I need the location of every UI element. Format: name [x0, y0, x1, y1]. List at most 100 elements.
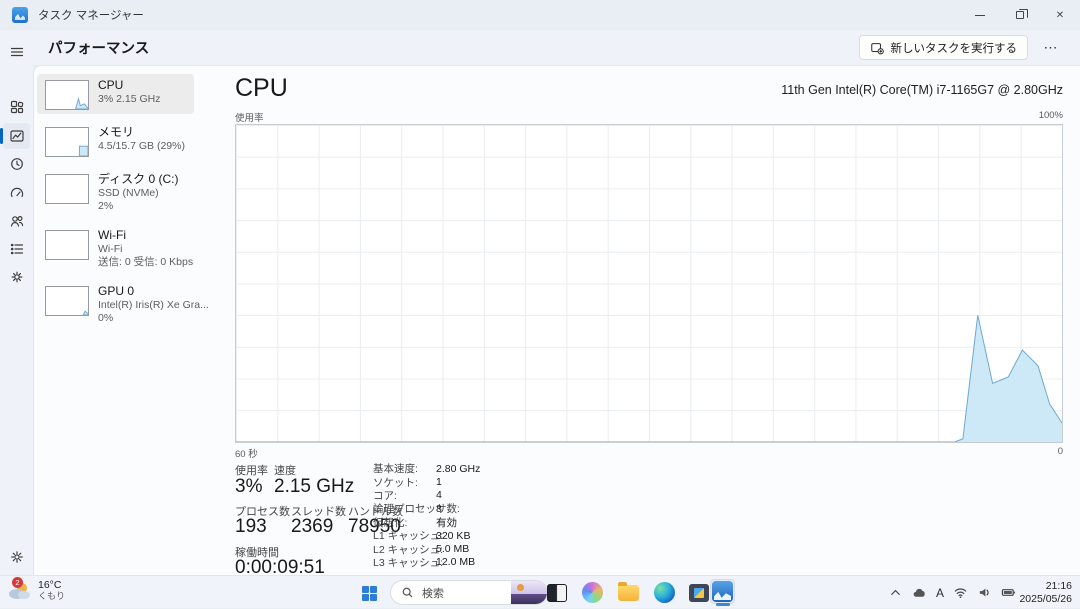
- sidebar-gpu-title: GPU 0: [98, 284, 190, 299]
- close-button[interactable]: ✕: [1040, 0, 1080, 30]
- sidebar-item-gpu0[interactable]: GPU 0 Intel(R) Iris(R) Xe Gra... 0%: [37, 280, 194, 329]
- tray-time: 21:16: [1019, 580, 1072, 593]
- close-icon: ✕: [1056, 10, 1064, 21]
- start-button[interactable]: [356, 580, 382, 606]
- nav-app-history[interactable]: [3, 151, 30, 177]
- stat-processes-value: 193: [235, 516, 267, 538]
- window-controls: ✕: [960, 0, 1080, 30]
- nav-users[interactable]: [3, 208, 30, 234]
- ime-mode-indicator[interactable]: A: [936, 586, 944, 600]
- wifi-icon[interactable]: [953, 585, 968, 600]
- sidebar-disk-sub2: 2%: [98, 200, 179, 213]
- file-explorer-icon[interactable]: [616, 580, 641, 605]
- sidebar-item-wifi[interactable]: Wi-Fi Wi-Fi 送信: 0 受信: 0 Kbps: [37, 224, 194, 273]
- window-title: タスク マネージャー: [38, 7, 144, 23]
- wifi-thumbnail: [45, 230, 89, 260]
- detail-row: L2 キャッシュ:5.0 MB: [373, 542, 480, 555]
- cpu-thumbnail: [45, 80, 89, 110]
- sidebar-disk-title: ディスク 0 (C:): [98, 172, 179, 187]
- sidebar-wifi-sub2: 送信: 0 受信: 0 Kbps: [98, 256, 190, 269]
- sidebar-item-cpu[interactable]: CPU 3% 2.15 GHz: [37, 74, 194, 114]
- detail-row: L3 キャッシュ:12.0 MB: [373, 556, 480, 569]
- weather-condition: くもり: [38, 591, 65, 602]
- sidebar-memory-title: メモリ: [98, 125, 185, 140]
- cpu-detail-panel: CPU 11th Gen Intel(R) Core(TM) i7-1165G7…: [202, 74, 1063, 575]
- processor-name: 11th Gen Intel(R) Core(TM) i7-1165G7 @ 2…: [781, 83, 1063, 97]
- battery-icon[interactable]: [1001, 585, 1016, 600]
- sidebar-memory-sub: 4.5/15.7 GB (29%): [98, 140, 185, 153]
- content-panel: CPU 3% 2.15 GHz メモリ 4.5/15.7 GB (29%) ディ…: [33, 65, 1080, 575]
- tray-chevron-up-icon[interactable]: [888, 585, 903, 600]
- detail-row: コア:4: [373, 489, 480, 502]
- settings-button[interactable]: [3, 544, 30, 570]
- memory-mini-chart: [46, 128, 88, 156]
- run-new-task-button[interactable]: 新しいタスクを実行する: [859, 35, 1029, 60]
- gear-icon: [9, 549, 25, 565]
- sidebar-wifi-title: Wi-Fi: [98, 228, 190, 243]
- task-manager-app-icon: [12, 7, 28, 23]
- hamburger-icon: [9, 44, 25, 60]
- users-icon: [9, 213, 25, 229]
- minimize-icon: [975, 15, 985, 16]
- search-highlight-image: [511, 580, 547, 605]
- volume-icon[interactable]: [977, 585, 992, 600]
- ellipsis-icon: ⋯: [1044, 39, 1059, 56]
- detail-row: L1 キャッシュ:320 KB: [373, 529, 480, 542]
- new-task-icon: [870, 41, 884, 55]
- sidebar-cpu-title: CPU: [98, 78, 160, 93]
- book-app-icon[interactable]: [544, 580, 569, 605]
- details-list-icon: [9, 241, 25, 257]
- chart-x-left-label: 60 秒: [235, 449, 258, 460]
- windows-logo-icon: [362, 586, 377, 601]
- taskbar: 2 16°C くもり 検索 A: [0, 575, 1080, 608]
- cpu-mini-chart: [46, 81, 88, 109]
- memory-thumbnail: [45, 127, 89, 157]
- notification-badge: 2: [12, 577, 23, 588]
- more-options-button[interactable]: ⋯: [1036, 35, 1066, 60]
- nav-processes[interactable]: [3, 94, 30, 120]
- task-manager-taskbar-icon[interactable]: [710, 579, 735, 604]
- taskbar-search[interactable]: 検索: [390, 580, 548, 605]
- search-placeholder: 検索: [422, 585, 511, 601]
- services-gear-icon: [9, 269, 25, 285]
- cpu-stats: 使用率 速度 3% 2.15 GHz プロセス数 スレッド数 ハンドル数 193…: [235, 462, 1063, 582]
- onedrive-cloud-icon[interactable]: [912, 585, 927, 600]
- sidebar-item-disk0[interactable]: ディスク 0 (C:) SSD (NVMe) 2%: [37, 168, 194, 217]
- titlebar: タスク マネージャー ✕: [0, 0, 1080, 30]
- taskbar-clock[interactable]: 21:16 2025/05/26: [1019, 580, 1072, 605]
- nav-details[interactable]: [3, 236, 30, 262]
- sidebar-gpu-sub2: 0%: [98, 312, 190, 325]
- sidebar-disk-sub1: SSD (NVMe): [98, 187, 179, 200]
- minimize-button[interactable]: [960, 0, 1000, 30]
- page-header: パフォーマンス 新しいタスクを実行する ⋯: [33, 30, 1080, 65]
- sidebar-item-memory[interactable]: メモリ 4.5/15.7 GB (29%): [37, 121, 194, 161]
- chart-y-label: 使用率: [235, 113, 264, 124]
- edge-browser-icon[interactable]: [652, 580, 677, 605]
- detail-row: ソケット:1: [373, 475, 480, 488]
- stat-speed-value: 2.15 GHz: [274, 476, 354, 498]
- performance-icon: [9, 128, 25, 144]
- nav-menu-button[interactable]: [3, 39, 30, 65]
- performance-sidebar: CPU 3% 2.15 GHz メモリ 4.5/15.7 GB (29%) ディ…: [37, 74, 194, 336]
- cpu-usage-chart: [235, 124, 1063, 443]
- sidebar-wifi-sub1: Wi-Fi: [98, 243, 190, 256]
- restore-button[interactable]: [1000, 0, 1040, 30]
- nav-startup-apps[interactable]: [3, 180, 30, 206]
- weather-widget[interactable]: 2 16°C くもり: [6, 579, 65, 603]
- sidebar-gpu-sub1: Intel(R) Iris(R) Xe Gra...: [98, 299, 190, 312]
- nav-services[interactable]: [3, 264, 30, 290]
- cpu-page-title: CPU: [235, 74, 288, 103]
- search-icon: [401, 586, 414, 599]
- nav-rail: [0, 30, 33, 575]
- stat-threads-value: 2369: [291, 516, 333, 538]
- detail-row: 論理プロセッサ数:8: [373, 502, 480, 515]
- toolbox-app-icon[interactable]: [686, 580, 711, 605]
- task-manager-window: タスク マネージャー ✕: [0, 0, 1080, 608]
- system-tray: A: [888, 576, 1016, 609]
- page-title: パフォーマンス: [48, 37, 149, 58]
- nav-performance[interactable]: [3, 123, 30, 149]
- copilot-app-icon[interactable]: [580, 580, 605, 605]
- detail-row: 基本速度:2.80 GHz: [373, 462, 480, 475]
- gpu-mini-chart: [46, 287, 88, 315]
- weather-temp: 16°C: [38, 580, 65, 591]
